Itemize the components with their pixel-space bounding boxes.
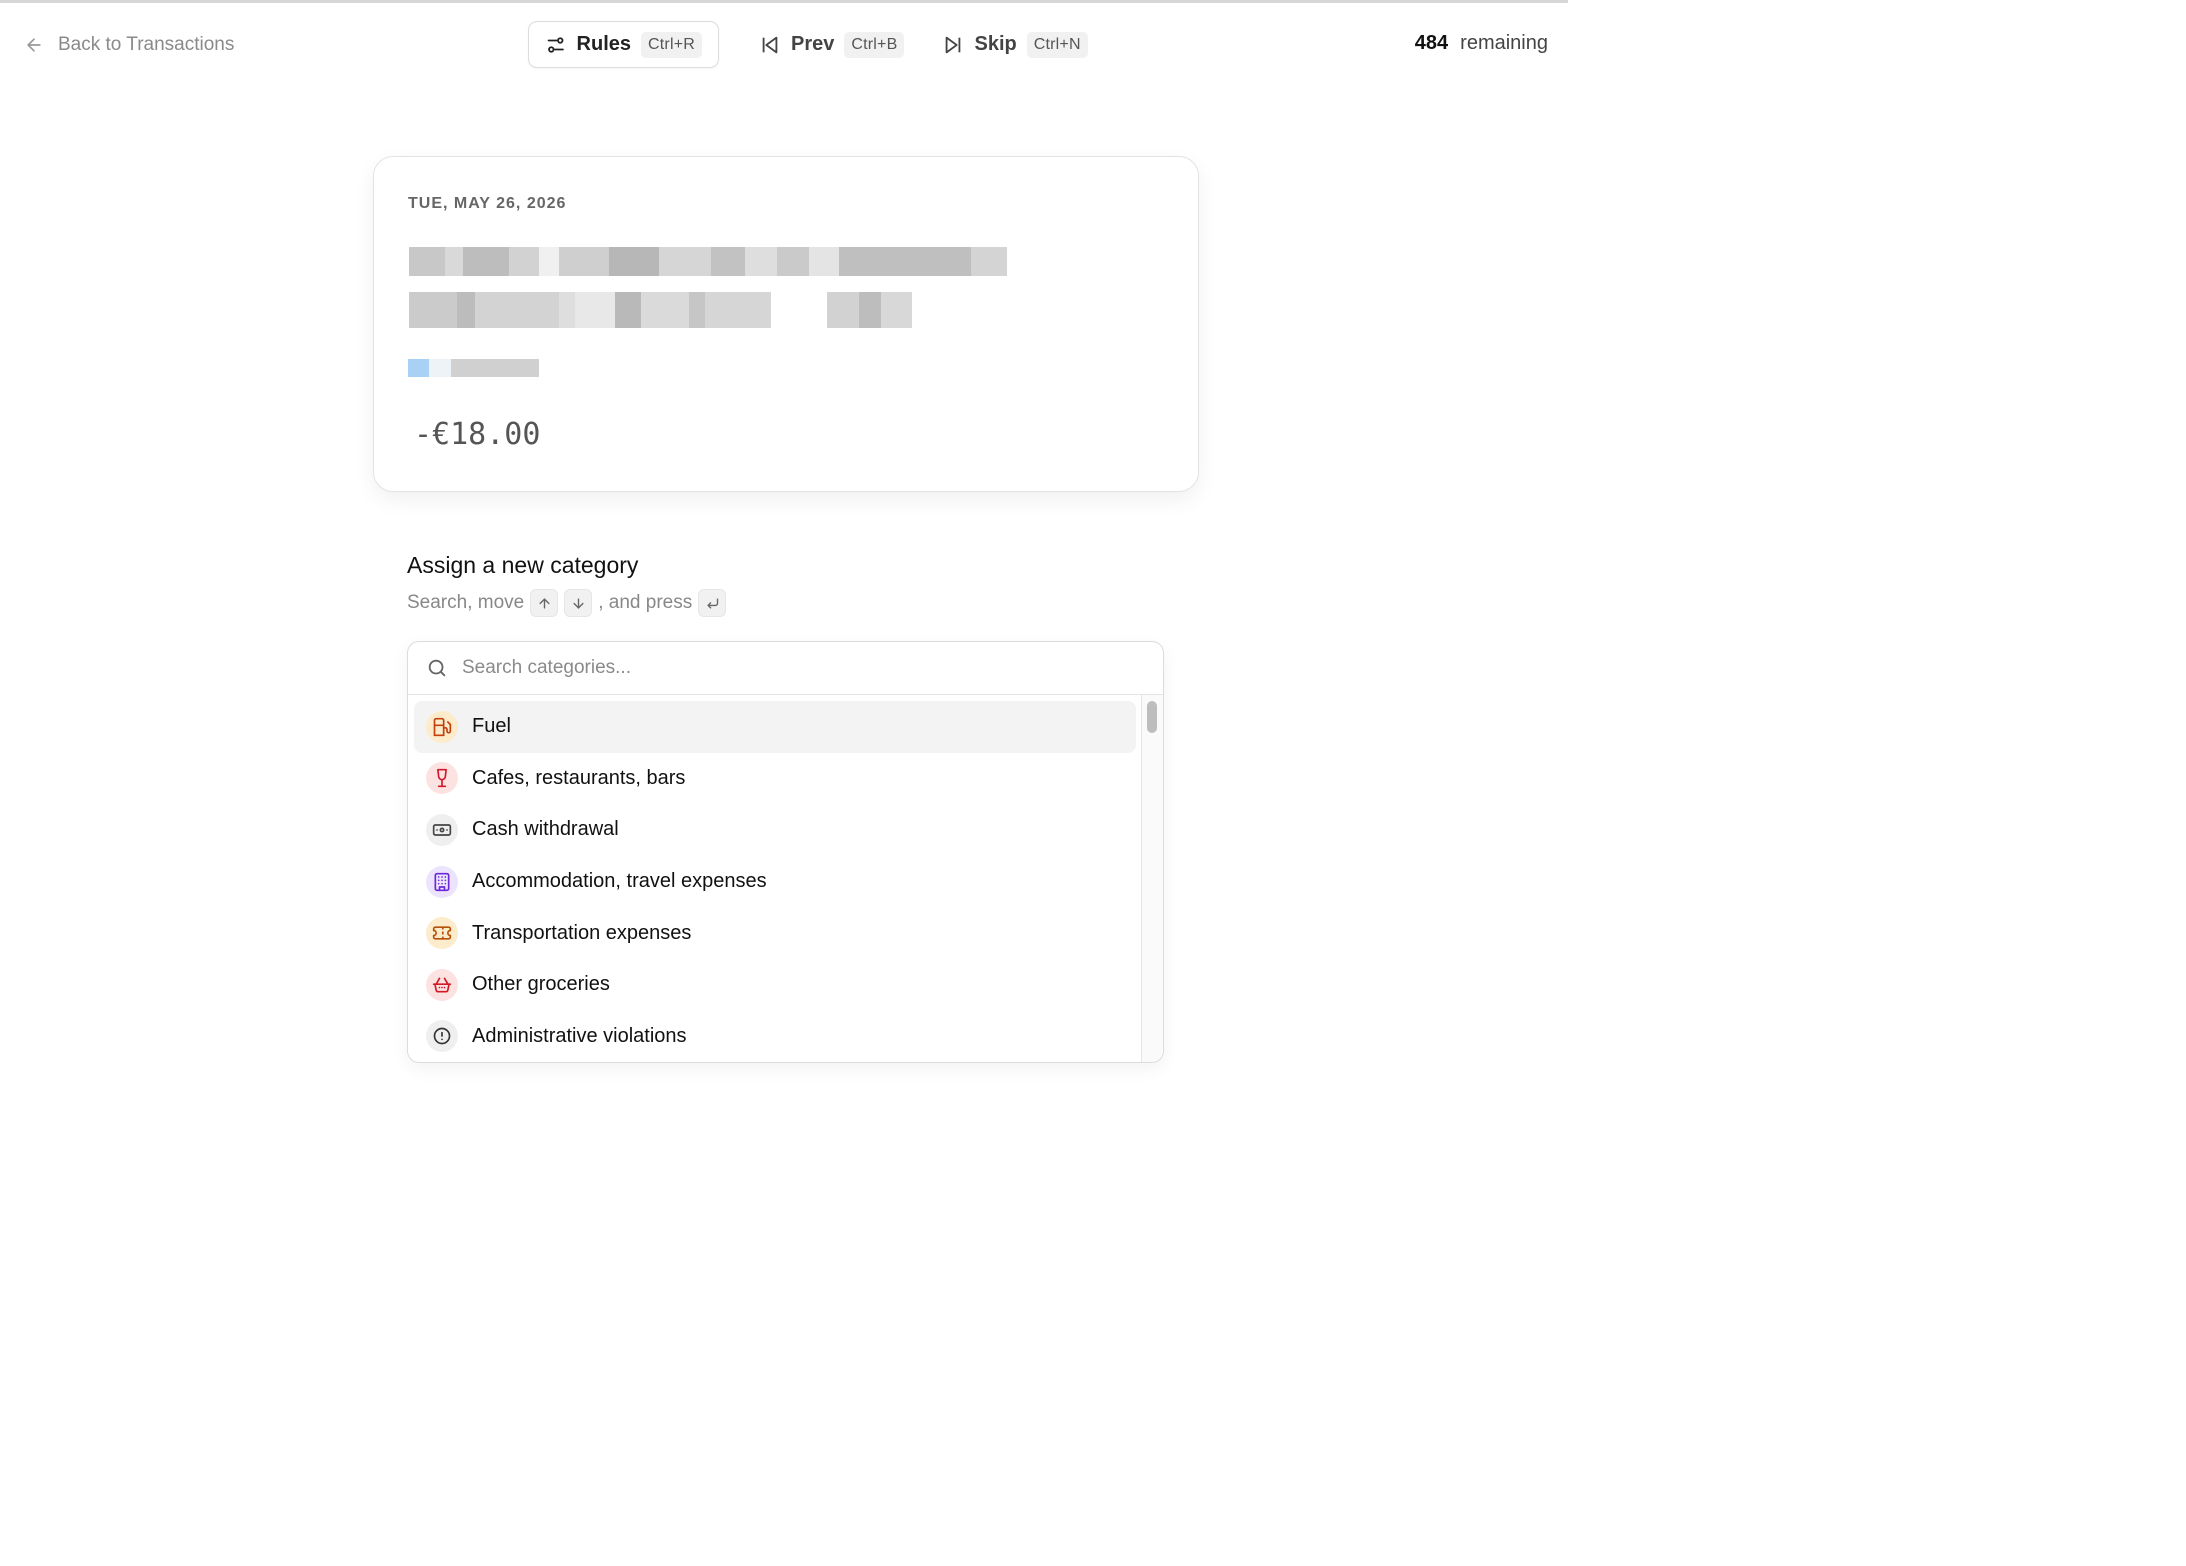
category-label: Cafes, restaurants, bars [472, 766, 686, 789]
remaining-counter: 484 remaining [1415, 32, 1548, 55]
rules-label: Rules [576, 33, 632, 55]
category-list: Fuel Cafes, restaurants, bars Cash withd… [408, 697, 1142, 1062]
redacted-description-line-1 [409, 247, 1007, 276]
transaction-amount: -€18.00 [414, 417, 541, 452]
hint-prefix: Search, move [407, 592, 525, 613]
remaining-label: remaining [1460, 32, 1548, 54]
skip-label: Skip [974, 33, 1017, 55]
alert-circle-icon [426, 1020, 458, 1053]
category-item-administrative-violations[interactable]: Administrative violations [414, 1011, 1136, 1062]
skip-shortcut: Ctrl+N [1026, 31, 1088, 58]
category-picker: Fuel Cafes, restaurants, bars Cash withd… [407, 641, 1164, 1063]
category-label: Accommodation, travel expenses [472, 870, 767, 893]
skip-forward-icon [946, 36, 961, 53]
category-search-bar [408, 642, 1163, 695]
skip-button[interactable]: Skip Ctrl+N [934, 21, 1103, 68]
ticket-icon [426, 917, 458, 950]
remaining-count: 484 [1414, 32, 1449, 54]
assign-category-hint: Search, move , and press [407, 589, 727, 617]
category-label: Administrative violations [472, 1024, 687, 1047]
category-item-other-groceries[interactable]: Other groceries [414, 959, 1136, 1011]
arrow-left-icon [27, 38, 41, 52]
category-label: Cash withdrawal [472, 818, 619, 841]
assign-category-title: Assign a new category [407, 552, 639, 578]
shopping-basket-icon [426, 968, 458, 1001]
sliders-icon [547, 36, 564, 53]
transaction-date: TUE, MAY 26, 2026 [408, 195, 567, 212]
prev-label: Prev [791, 33, 835, 55]
category-item-cash-withdrawal[interactable]: Cash withdrawal [414, 804, 1136, 856]
back-label: Back to Transactions [58, 34, 235, 55]
redacted-account-tag [408, 359, 539, 377]
banknote-icon [426, 813, 458, 846]
redacted-description-line-2 [409, 292, 792, 328]
hint-middle: , and press [598, 592, 693, 613]
category-item-transportation[interactable]: Transportation expenses [414, 907, 1136, 959]
building-icon [426, 865, 458, 898]
skip-back-icon [762, 36, 778, 53]
category-label: Transportation expenses [472, 921, 692, 944]
category-item-cafes[interactable]: Cafes, restaurants, bars [414, 753, 1136, 805]
fuel-pump-icon [426, 710, 458, 743]
category-label: Fuel [472, 715, 511, 738]
category-item-fuel[interactable]: Fuel [414, 701, 1136, 753]
category-label: Other groceries [472, 973, 610, 996]
arrow-up-key-icon [530, 589, 559, 617]
category-item-accommodation[interactable]: Accommodation, travel expenses [414, 856, 1136, 908]
window-top-border [0, 0, 1568, 5]
category-search-input[interactable] [462, 657, 1062, 679]
search-icon [428, 659, 446, 677]
enter-key-icon [698, 589, 727, 617]
prev-button[interactable]: Prev Ctrl+B [751, 21, 920, 68]
redacted-description-line-2b [827, 292, 912, 328]
rules-shortcut: Ctrl+R [641, 31, 702, 58]
prev-shortcut: Ctrl+B [844, 31, 905, 58]
rules-button[interactable]: Rules Ctrl+R [528, 21, 719, 68]
arrow-down-key-icon [564, 589, 593, 617]
category-list-scrollbar[interactable] [1141, 695, 1163, 1062]
review-toolbar: Rules Ctrl+R Prev Ctrl+B Skip Ctrl+N [528, 21, 1104, 68]
wine-glass-icon [426, 762, 458, 795]
back-to-transactions-link[interactable]: Back to Transactions [24, 32, 234, 58]
scrollbar-thumb[interactable] [1147, 701, 1157, 733]
transaction-card: TUE, MAY 26, 2026 -€18.00 [373, 156, 1199, 492]
